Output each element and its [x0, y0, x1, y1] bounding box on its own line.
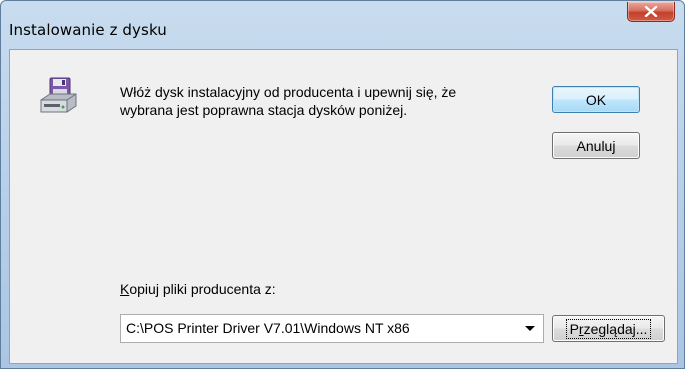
source-path-value[interactable]: C:\POS Printer Driver V7.01\Windows NT x… [126, 320, 410, 336]
instruction-message: Włóż dysk instalacyjny od producenta i u… [120, 83, 540, 119]
browse-button-label: Przeglądaj... [565, 318, 652, 339]
browse-button[interactable]: Przeglądaj... [552, 315, 665, 342]
message-line-1: Włóż dysk instalacyjny od producenta i u… [120, 84, 457, 100]
browse-label-rest: zeglądaj... [583, 320, 648, 337]
copy-from-label: Kopiuj pliki producenta z: [120, 281, 276, 297]
browse-label-start: P [569, 320, 579, 337]
copy-from-label-accelerator: K [120, 281, 130, 297]
copy-from-label-text: opiuj pliki producenta z: [129, 281, 276, 297]
close-icon [644, 6, 658, 17]
ok-button[interactable]: OK [552, 86, 640, 113]
dialog-body: Włóż dysk instalacyjny od producenta i u… [9, 49, 678, 364]
dialog-window: Instalowanie z dysku Włóż dysk instalacy… [0, 0, 685, 369]
source-path-combobox[interactable]: C:\POS Printer Driver V7.01\Windows NT x… [120, 314, 544, 343]
title-bar[interactable]: Instalowanie z dysku [1, 1, 684, 49]
floppy-disk-drive-icon [40, 77, 77, 113]
close-button[interactable] [627, 2, 675, 22]
chevron-down-icon[interactable] [525, 326, 535, 331]
cancel-button[interactable]: Anuluj [552, 132, 640, 159]
message-line-2: wybrana jest poprawna stacja dysków poni… [120, 102, 408, 118]
window-title: Instalowanie z dysku [9, 21, 167, 39]
